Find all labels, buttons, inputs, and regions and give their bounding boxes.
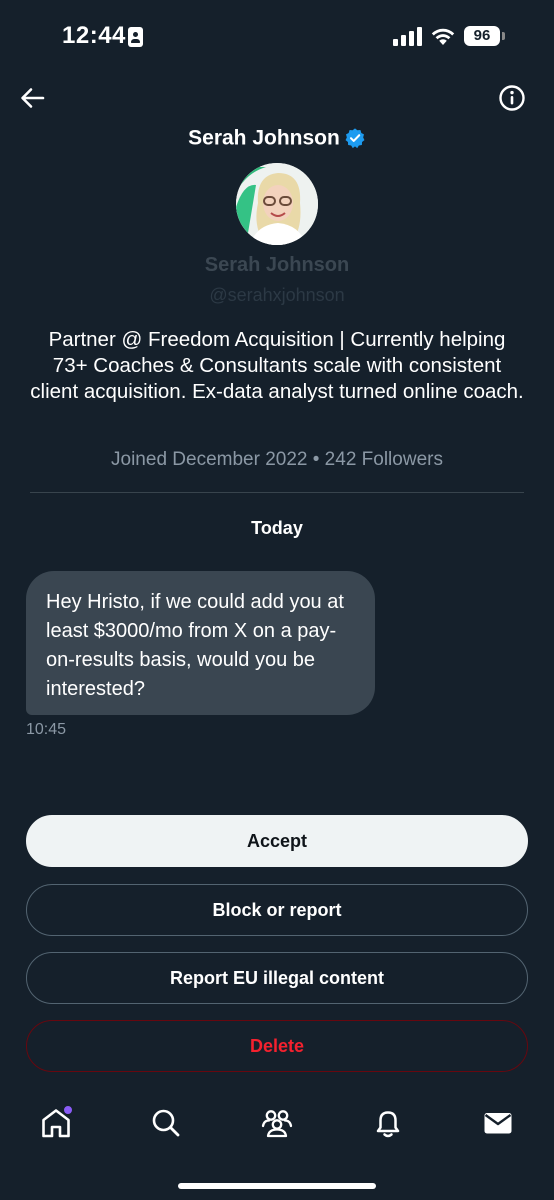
verified-badge-icon [345,128,365,149]
communities-icon[interactable] [260,1106,294,1140]
header-name: Serah Johnson [188,126,340,150]
info-icon[interactable] [498,84,526,112]
messages-icon[interactable] [481,1106,515,1140]
battery-cap [502,32,505,40]
bottom-tab-bar [0,1098,554,1154]
unread-dot [62,1104,74,1116]
delete-button[interactable]: Delete [26,1020,528,1072]
message-timestamp: 10:45 [26,721,67,738]
report-eu-illegal-content-button[interactable]: Report EU illegal content [26,952,528,1004]
battery-icon: 96 [464,26,500,46]
accept-button[interactable]: Accept [26,815,528,867]
divider [30,492,524,493]
notifications-icon[interactable] [371,1106,405,1140]
contact-card-icon [128,27,143,47]
cellular-signal-icon [393,27,423,46]
conversation-title: Serah Johnson [0,126,554,150]
profile-name[interactable]: Serah Johnson [0,254,554,277]
status-bar: 12:44 96 [0,0,554,74]
status-time: 12:44 [62,22,126,49]
back-arrow-icon[interactable] [18,84,46,112]
block-or-report-button[interactable]: Block or report [26,884,528,936]
day-separator: Today [251,518,303,538]
avatar[interactable] [236,163,318,245]
wifi-icon [431,28,455,45]
profile-bio: Partner @ Freedom Acquisition | Currentl… [30,328,524,403]
home-indicator[interactable] [178,1183,376,1189]
profile-handle[interactable]: @serahxjohnson [0,285,554,306]
message-bubble[interactable]: Hey Hristo, if we could add you at least… [26,571,375,715]
joined-followers: Joined December 2022 • 242 Followers [111,449,443,470]
search-icon[interactable] [149,1106,183,1140]
